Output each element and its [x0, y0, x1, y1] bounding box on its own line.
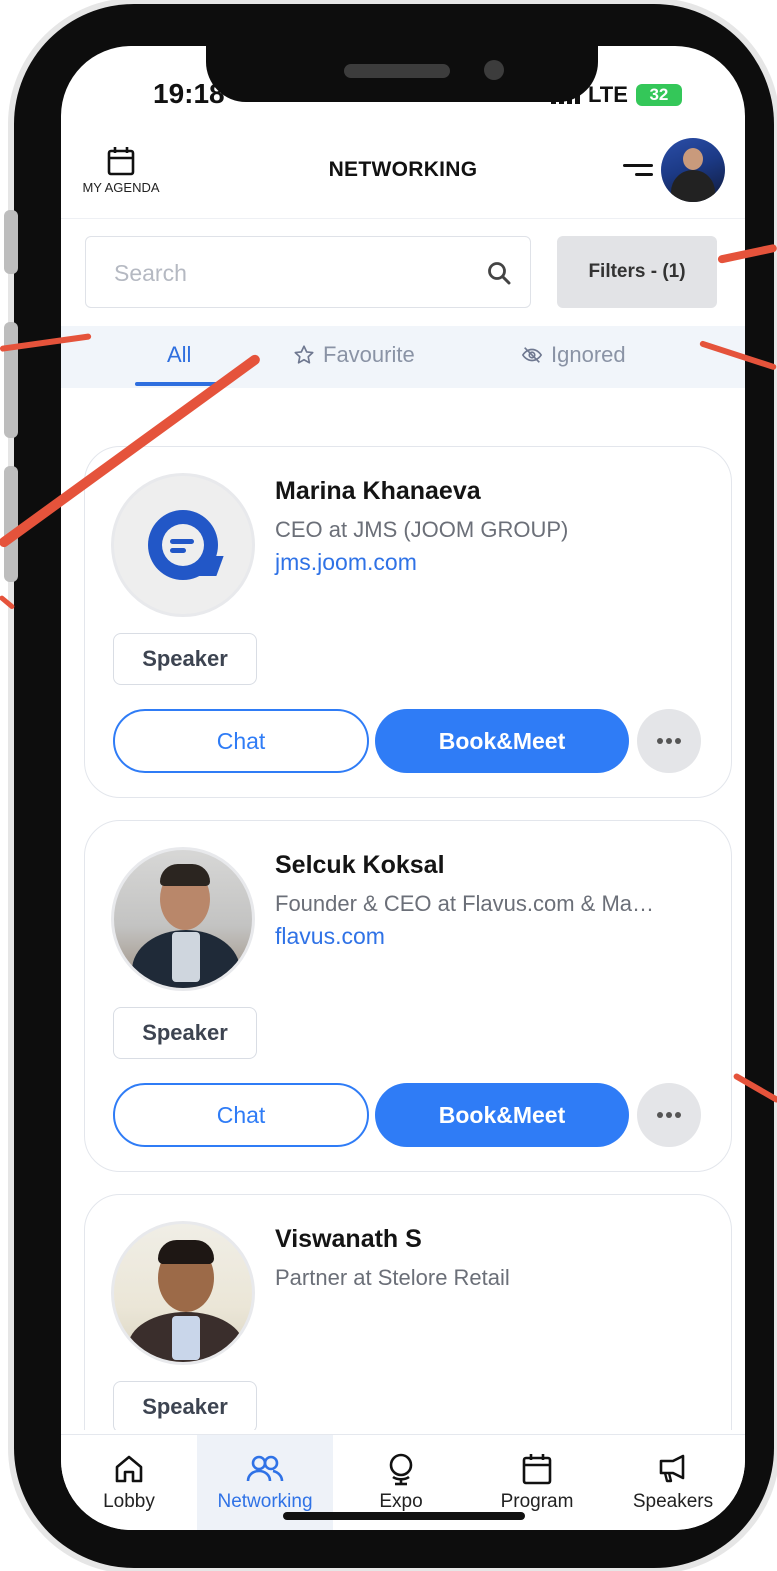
person-website-link[interactable]: jms.joom.com: [275, 549, 417, 576]
person-name: Viswanath S: [275, 1225, 422, 1253]
tab-all-label: All: [167, 342, 192, 367]
home-indicator: [283, 1512, 525, 1520]
battery-level: 32: [649, 85, 669, 104]
speaker-badge: Speaker: [113, 1381, 257, 1430]
nav-speakers-label: Speakers: [632, 1491, 714, 1512]
nav-lobby-label: Lobby: [103, 1491, 155, 1512]
hamburger-menu-icon[interactable]: [623, 164, 653, 178]
person-name: Marina Khanaeva: [275, 477, 481, 505]
people-list: Marina Khanaeva CEO at JMS (JOOM GROUP) …: [61, 388, 745, 1430]
speaker-badge: Speaker: [113, 1007, 257, 1059]
person-card: Viswanath S Partner at Stelore Retail Sp…: [84, 1194, 732, 1430]
user-avatar[interactable]: [661, 138, 725, 202]
tab-all[interactable]: All: [167, 342, 191, 368]
nav-expo-label: Expo: [379, 1491, 423, 1512]
person-role: CEO at JMS (JOOM GROUP): [275, 517, 569, 542]
more-options-button[interactable]: [637, 709, 701, 773]
tab-favourite[interactable]: Favourite: [293, 342, 415, 368]
tab-favourite-label: Favourite: [323, 342, 415, 367]
nav-program-label: Program: [500, 1491, 574, 1512]
book-meet-button[interactable]: Book&Meet: [375, 1083, 629, 1147]
person-card: Selcuk Koksal Founder & CEO at Flavus.co…: [84, 820, 732, 1172]
tab-ignored[interactable]: Ignored: [521, 342, 626, 368]
chat-button[interactable]: Chat: [113, 709, 369, 773]
person-photo: [111, 1221, 255, 1365]
phone-side-button: [4, 210, 18, 274]
search-input[interactable]: [112, 259, 476, 288]
person-photo: [111, 847, 255, 991]
nav-speakers[interactable]: Speakers: [605, 1435, 741, 1530]
megaphone-icon: [659, 1454, 685, 1483]
nav-lobby[interactable]: Lobby: [61, 1435, 197, 1530]
person-name: Selcuk Koksal: [275, 851, 445, 879]
book-meet-button[interactable]: Book&Meet: [375, 709, 629, 773]
globe-stand-icon: [389, 1453, 413, 1486]
tab-bar: All Favourite Ignored: [61, 326, 745, 388]
speaker-badge: Speaker: [113, 633, 257, 685]
phone-volume-down-button: [4, 466, 18, 582]
app-header: MY AGENDA NETWORKING: [61, 136, 745, 219]
search-icon[interactable]: [486, 260, 512, 286]
battery-indicator: 32: [635, 84, 682, 106]
more-options-button[interactable]: [637, 1083, 701, 1147]
person-card: Marina Khanaeva CEO at JMS (JOOM GROUP) …: [84, 446, 732, 798]
nav-networking-label: Networking: [217, 1491, 313, 1512]
person-website-link[interactable]: flavus.com: [275, 923, 385, 950]
star-outline-icon: [294, 345, 314, 364]
search-box: [85, 236, 531, 308]
app-screen: 19:18 LTE 32 MY AGENDA NETWORKING Filt: [61, 46, 745, 1530]
people-icon: [246, 1455, 284, 1482]
filters-button[interactable]: Filters - (1): [557, 236, 717, 308]
network-type: LTE: [588, 82, 628, 107]
calendar-icon: [522, 1454, 552, 1485]
company-logo-avatar: [111, 473, 255, 617]
eye-off-icon: [521, 347, 543, 363]
home-icon: [115, 1455, 143, 1483]
person-role: Founder & CEO at Flavus.com & Mansol.ai: [275, 891, 661, 916]
person-role: Partner at Stelore Retail: [275, 1265, 510, 1290]
my-agenda-label: MY AGENDA: [82, 180, 160, 195]
phone-notch: [206, 46, 598, 102]
tab-ignored-label: Ignored: [551, 342, 626, 367]
phone-volume-up-button: [4, 322, 18, 438]
chat-button[interactable]: Chat: [113, 1083, 369, 1147]
